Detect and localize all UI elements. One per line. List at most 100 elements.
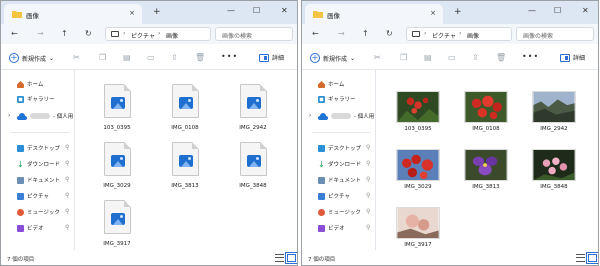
close-tab-icon[interactable]: × — [430, 9, 436, 17]
minimize-button[interactable]: — — [528, 6, 536, 15]
breadcrumb-current[interactable]: 画像 — [467, 31, 479, 40]
breadcrumb[interactable]: › ピクチャ › 画像 — [406, 27, 512, 41]
copy-icon[interactable]: ❐ — [99, 53, 106, 62]
nav-item-videos[interactable]: ビデオ — [17, 223, 44, 233]
copy-icon[interactable]: ❐ — [400, 53, 407, 62]
breadcrumb-current[interactable]: 画像 — [166, 31, 178, 40]
pin-icon[interactable]: ⚲ — [366, 224, 370, 231]
pane-splitter[interactable] — [375, 70, 376, 250]
pin-icon[interactable]: ⚲ — [65, 224, 69, 231]
refresh-button[interactable]: ↻ — [85, 29, 92, 38]
details-view-button[interactable] — [275, 254, 284, 262]
pin-icon[interactable]: ⚲ — [65, 144, 69, 151]
breadcrumb[interactable]: › ピクチャ › 画像 — [105, 27, 211, 41]
nav-item-onedrive[interactable]: - 個人用 — [17, 111, 73, 121]
delete-icon[interactable]: 🗑 — [496, 53, 506, 62]
pin-icon[interactable]: ⚲ — [65, 160, 69, 167]
more-options-button[interactable]: ••• — [221, 52, 238, 61]
paste-icon[interactable]: ▤ — [123, 53, 131, 62]
search-input[interactable]: 画像の検索 — [215, 27, 293, 41]
pin-icon[interactable]: ⚲ — [65, 208, 69, 215]
pin-icon[interactable]: ⚲ — [366, 144, 370, 151]
new-button[interactable]: + 新規作成 ⌄ — [9, 53, 54, 63]
close-tab-icon[interactable]: × — [129, 9, 135, 17]
nav-item-gallery[interactable]: ギャラリー — [17, 94, 55, 104]
tab-label: 画像 — [26, 12, 39, 20]
nav-item-onedrive[interactable]: - 個人用 — [318, 111, 374, 121]
forward-button[interactable]: → — [37, 29, 44, 38]
pin-icon[interactable]: ⚲ — [366, 208, 370, 215]
pin-icon[interactable]: ⚲ — [366, 176, 370, 183]
file-item[interactable]: IMG_3813 — [456, 134, 516, 194]
pin-icon[interactable]: ⚲ — [65, 192, 69, 199]
file-item[interactable]: IMG_3917 — [388, 192, 448, 252]
share-icon[interactable]: ⇪ — [472, 53, 479, 62]
nav-item-desktop[interactable]: デスクトップ — [17, 143, 60, 153]
forward-button[interactable]: → — [338, 29, 345, 38]
rename-icon[interactable]: ▭ — [147, 53, 155, 62]
refresh-button[interactable]: ↻ — [386, 29, 393, 38]
minimize-button[interactable]: — — [227, 6, 235, 15]
cut-icon[interactable]: ✂ — [374, 53, 381, 62]
pin-icon[interactable]: ⚲ — [65, 176, 69, 183]
pane-splitter[interactable] — [74, 70, 75, 250]
file-item[interactable]: IMG_0108 — [155, 76, 215, 136]
pin-icon[interactable]: ⚲ — [366, 192, 370, 199]
file-item[interactable]: IMG_3848 — [524, 134, 584, 194]
file-item[interactable]: IMG_3029 — [388, 134, 448, 194]
expand-chevron-icon[interactable]: › — [309, 112, 311, 119]
nav-item-videos[interactable]: ビデオ — [318, 223, 345, 233]
search-input[interactable]: 画像の検索 — [516, 27, 594, 41]
close-window-button[interactable]: ✕ — [281, 6, 288, 15]
nav-item-pictures[interactable]: ピクチャ — [17, 191, 49, 201]
nav-item-music[interactable]: ミュージック — [17, 207, 60, 217]
file-item[interactable]: IMG_2942 — [223, 76, 283, 136]
file-item[interactable]: 103_0395 — [388, 76, 448, 136]
new-button[interactable]: + 新規作成 ⌄ — [310, 53, 355, 63]
up-button[interactable]: ↑ — [362, 29, 369, 38]
nav-item-home[interactable]: ホーム — [318, 79, 344, 89]
details-pane-button[interactable]: 詳細 — [560, 53, 585, 62]
file-item[interactable]: IMG_0108 — [456, 76, 516, 136]
large-icons-view-button[interactable] — [285, 252, 297, 264]
breadcrumb-pictures[interactable]: ピクチャ — [131, 31, 155, 40]
tab-images[interactable]: 画像 × — [305, 4, 443, 24]
details-view-button[interactable] — [576, 254, 585, 262]
nav-item-documents[interactable]: ドキュメント — [318, 175, 361, 185]
expand-chevron-icon[interactable]: › — [8, 112, 10, 119]
file-item[interactable]: IMG_3848 — [223, 134, 283, 194]
large-icons-view-button[interactable] — [586, 252, 598, 264]
navigation-pane: ホーム ギャラリー › - 個人用 デスクトップ ⚲ ↓ ダウンロード ⚲ ドキ… — [302, 70, 376, 250]
share-icon[interactable]: ⇪ — [171, 53, 178, 62]
file-item[interactable]: IMG_3029 — [87, 134, 147, 194]
cut-icon[interactable]: ✂ — [73, 53, 80, 62]
nav-item-pictures[interactable]: ピクチャ — [318, 191, 350, 201]
file-item[interactable]: IMG_3917 — [87, 192, 147, 252]
paste-icon[interactable]: ▤ — [424, 53, 432, 62]
file-item[interactable]: IMG_2942 — [524, 76, 584, 136]
maximize-button[interactable]: ☐ — [253, 6, 260, 15]
back-button[interactable]: ← — [312, 29, 319, 38]
more-options-button[interactable]: ••• — [522, 52, 539, 61]
delete-icon[interactable]: 🗑 — [195, 53, 205, 62]
maximize-button[interactable]: ☐ — [554, 6, 561, 15]
rename-icon[interactable]: ▭ — [448, 53, 456, 62]
close-window-button[interactable]: ✕ — [582, 6, 589, 15]
nav-item-downloads[interactable]: ↓ ダウンロード — [318, 159, 361, 169]
breadcrumb-pictures[interactable]: ピクチャ — [432, 31, 456, 40]
new-tab-button[interactable]: + — [454, 7, 462, 17]
file-item[interactable]: 103_0395 — [87, 76, 147, 136]
details-pane-button[interactable]: 詳細 — [259, 53, 284, 62]
nav-item-gallery[interactable]: ギャラリー — [318, 94, 356, 104]
new-tab-button[interactable]: + — [153, 7, 161, 17]
nav-item-music[interactable]: ミュージック — [318, 207, 361, 217]
nav-item-documents[interactable]: ドキュメント — [17, 175, 60, 185]
nav-item-home[interactable]: ホーム — [17, 79, 43, 89]
up-button[interactable]: ↑ — [61, 29, 68, 38]
tab-images[interactable]: 画像 × — [4, 4, 142, 24]
nav-item-downloads[interactable]: ↓ ダウンロード — [17, 159, 60, 169]
back-button[interactable]: ← — [11, 29, 18, 38]
nav-item-desktop[interactable]: デスクトップ — [318, 143, 361, 153]
pin-icon[interactable]: ⚲ — [366, 160, 370, 167]
file-item[interactable]: IMG_3813 — [155, 134, 215, 194]
